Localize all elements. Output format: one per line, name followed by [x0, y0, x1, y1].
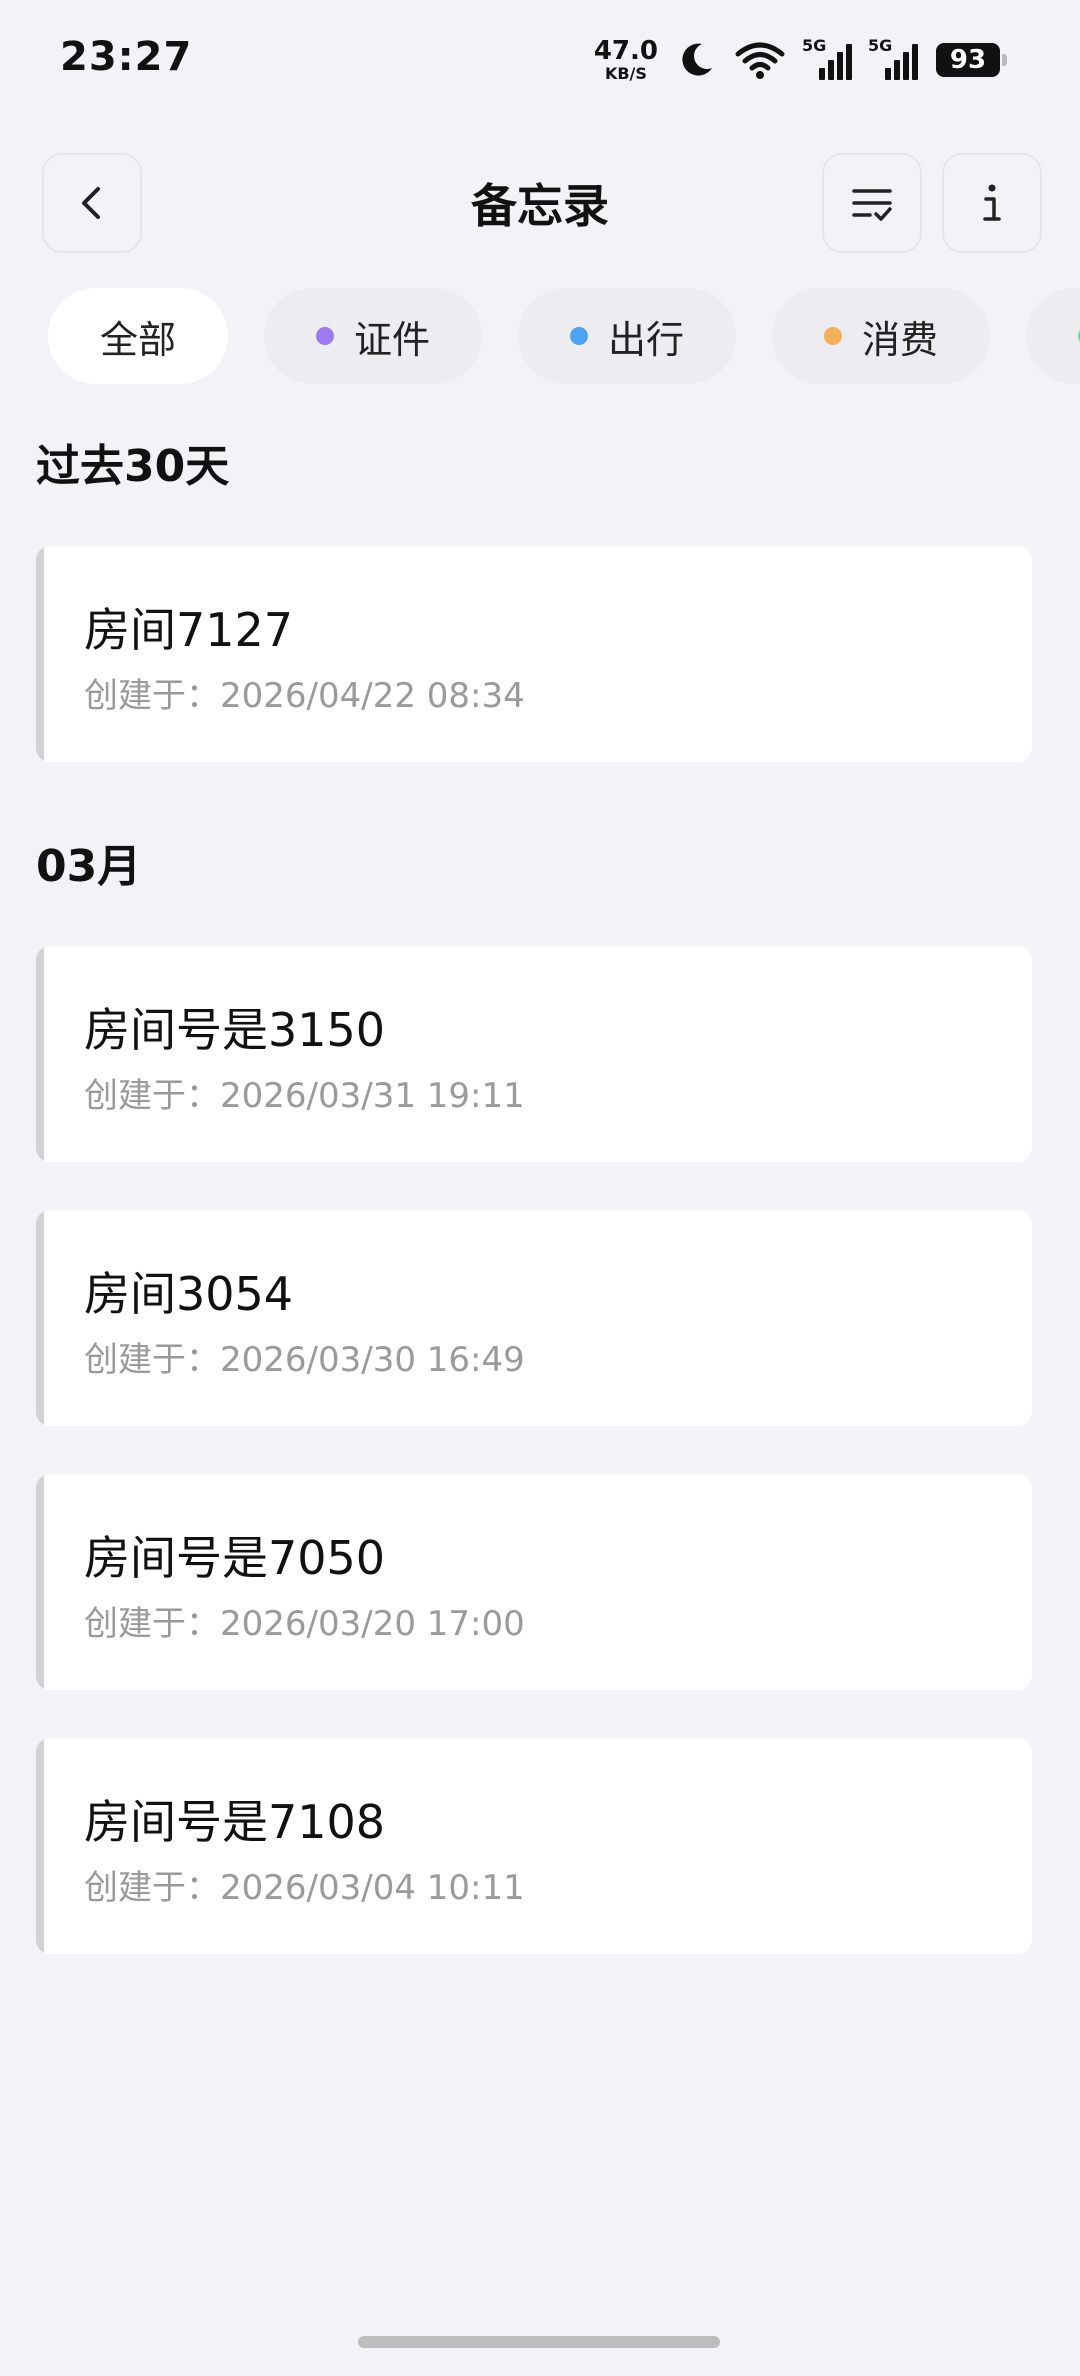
tab-label: 出行	[608, 317, 685, 362]
memo-title: 房间号是7050	[84, 1531, 386, 1585]
cell-signal-icon-2: 5G	[868, 36, 918, 80]
memo-created-time: 创建于：2026/03/30 16:49	[84, 1332, 525, 1381]
memo-created-time: 创建于：2026/04/22 08:34	[84, 668, 525, 717]
tab-label: 全部	[100, 317, 177, 362]
info-icon	[983, 184, 1001, 221]
home-indicator	[358, 2336, 720, 2348]
cell-signal-icon-1: 5G	[802, 36, 852, 80]
tab-4[interactable]: 通讯	[1026, 288, 1080, 384]
tab-label: 证件	[354, 317, 431, 362]
created-value: 2026/03/04 10:11	[220, 1868, 525, 1908]
network-speed-value: 47.0	[593, 36, 658, 66]
created-value: 2026/03/31 19:11	[220, 1076, 525, 1116]
section-label: 过去30天	[36, 441, 230, 492]
memo-card[interactable]: 房间号是7050 创建于：2026/03/20 17:00	[36, 1474, 1032, 1690]
memo-card[interactable]: 房间号是7108 创建于：2026/03/04 10:11	[36, 1738, 1032, 1954]
filter-check-icon	[852, 189, 892, 221]
battery-indicator: 93	[936, 43, 1007, 77]
tab-label: 消费	[862, 317, 939, 362]
memo-screen: 23:27 47.0 KB/S 5G 5G 93 备忘录 全部 证件 出行 消费…	[0, 0, 1080, 2376]
memo-title: 房间号是3150	[84, 1003, 386, 1057]
wifi-icon	[735, 42, 785, 79]
created-label: 创建于：	[84, 1604, 220, 1644]
tab-2[interactable]: 出行	[518, 288, 737, 384]
status-time: 23:27	[60, 34, 193, 80]
tab-3[interactable]: 消费	[772, 288, 991, 384]
section-label: 03月	[36, 841, 142, 892]
created-value: 2026/04/22 08:34	[220, 676, 525, 716]
memo-title: 房间3054	[84, 1267, 294, 1321]
info-button[interactable]	[942, 153, 1042, 253]
tab-0[interactable]: 全部	[48, 288, 229, 384]
created-value: 2026/03/20 17:00	[220, 1604, 525, 1644]
tab-color-dot	[824, 327, 843, 345]
memo-title: 房间号是7108	[84, 1795, 386, 1849]
filter-button[interactable]	[822, 153, 922, 253]
memo-created-time: 创建于：2026/03/31 19:11	[84, 1068, 525, 1117]
created-label: 创建于：	[84, 676, 220, 716]
category-tabs-track: 全部 证件 出行 消费 通讯	[48, 288, 1080, 384]
memo-title: 房间7127	[84, 603, 294, 657]
status-icons: 47.0 KB/S 5G 5G 93	[594, 34, 1007, 86]
memo-card[interactable]: 房间3054 创建于：2026/03/30 16:49	[36, 1210, 1032, 1426]
created-label: 创建于：	[84, 1868, 220, 1908]
created-label: 创建于：	[84, 1340, 220, 1380]
memo-card[interactable]: 房间号是3150 创建于：2026/03/31 19:11	[36, 946, 1032, 1162]
moon-icon	[682, 43, 712, 76]
memo-card[interactable]: 房间7127 创建于：2026/04/22 08:34	[36, 546, 1032, 762]
network-speed: 47.0 KB/S	[594, 38, 658, 82]
category-tabs: 全部 证件 出行 消费 通讯	[48, 288, 1080, 384]
created-value: 2026/03/30 16:49	[220, 1340, 525, 1380]
network-speed-unit: KB/S	[604, 64, 647, 83]
memo-created-time: 创建于：2026/03/20 17:00	[84, 1596, 525, 1645]
status-bar: 23:27 47.0 KB/S 5G 5G 93	[0, 0, 1080, 120]
tab-color-dot	[570, 327, 589, 345]
created-label: 创建于：	[84, 1076, 220, 1116]
tab-1[interactable]: 证件	[264, 288, 483, 384]
tab-color-dot	[316, 327, 335, 345]
memo-created-time: 创建于：2026/03/04 10:11	[84, 1860, 525, 1909]
app-header: 备忘录	[0, 150, 1080, 256]
